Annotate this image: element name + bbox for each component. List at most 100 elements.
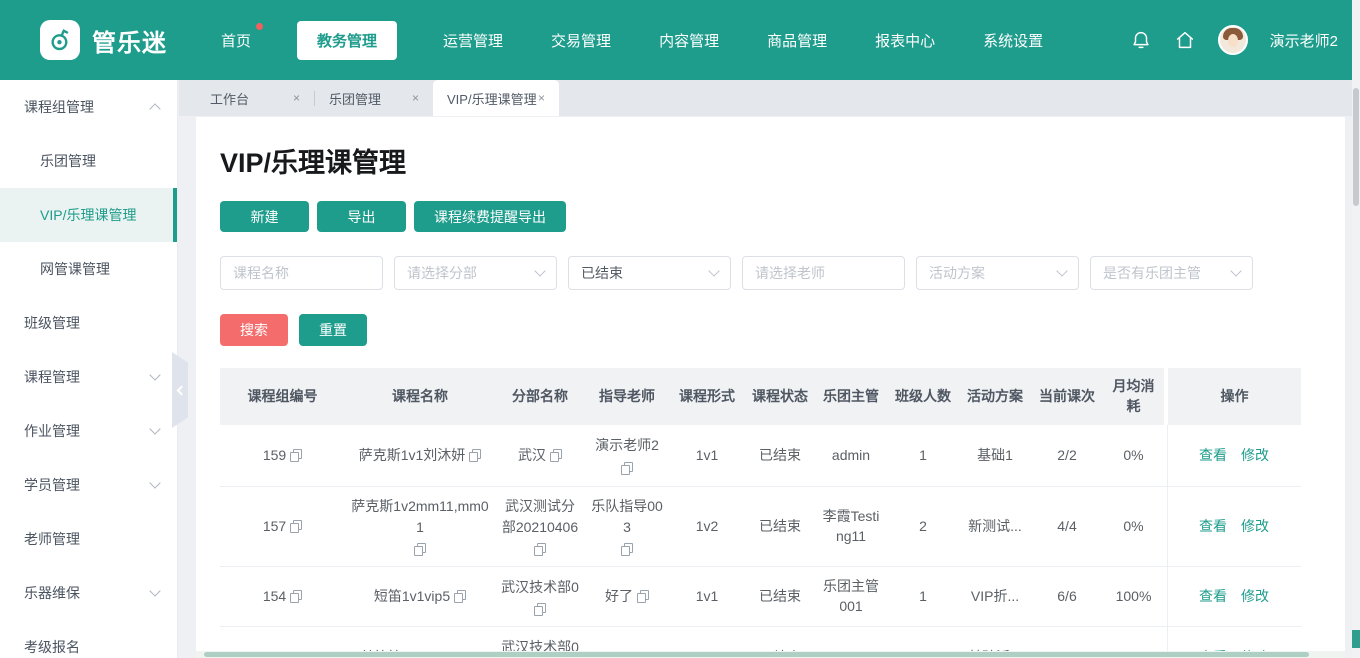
renew-export-button[interactable]: 课程续费提醒导出	[414, 201, 566, 232]
nav-item-transactions[interactable]: 交易管理	[549, 21, 613, 60]
copy-icon[interactable]	[414, 542, 426, 556]
status-select[interactable]: 已结束	[568, 256, 731, 290]
user-name[interactable]: 演示老师2	[1270, 30, 1338, 51]
sidebar-item-course[interactable]: 课程管理	[0, 350, 177, 404]
top-navbar: 管乐迷 首页 教务管理 运营管理 交易管理 内容管理 商品管理 报表中心 系统设…	[0, 0, 1352, 80]
col-manager: 乐团主管	[823, 388, 879, 405]
tabs-bar: 工作台 × 乐团管理 × VIP/乐理课管理 ×	[179, 80, 1352, 116]
tab-vip-course[interactable]: VIP/乐理课管理 ×	[433, 80, 559, 116]
teacher-select[interactable]	[742, 256, 905, 290]
copy-icon[interactable]	[290, 519, 303, 533]
copy-icon[interactable]	[290, 589, 303, 603]
sidebar-item-vip-course[interactable]: VIP/乐理课管理	[0, 188, 177, 242]
filter-bar: 请选择分部 已结束 活动方案 是否有乐团主管	[220, 256, 1345, 290]
sidebar-item-students[interactable]: 学员管理	[0, 458, 177, 512]
col-plan: 活动方案	[967, 388, 1023, 405]
sidebar-item-exam[interactable]: 考级报名	[0, 620, 177, 658]
reset-button[interactable]: 重置	[299, 314, 367, 346]
col-form: 课程形式	[679, 388, 735, 405]
navbar-right: 演示老师2	[1130, 25, 1352, 55]
copy-icon[interactable]	[454, 589, 467, 603]
col-teacher: 指导老师	[599, 388, 655, 405]
copy-icon[interactable]	[621, 542, 633, 556]
close-icon[interactable]: ×	[412, 91, 419, 105]
sidebar-item-course-group[interactable]: 课程组管理	[0, 80, 177, 134]
horizontal-scrollbar-thumb[interactable]	[204, 652, 1309, 657]
copy-icon[interactable]	[637, 589, 649, 603]
col-course-name: 课程名称	[392, 388, 448, 405]
tab-workbench[interactable]: 工作台 ×	[196, 80, 314, 116]
edit-link[interactable]: 修改	[1241, 445, 1269, 465]
edit-link[interactable]: 修改	[1241, 586, 1269, 606]
chevron-down-icon	[534, 265, 546, 277]
brand[interactable]: 管乐迷	[0, 20, 215, 60]
sidebar-collapse-button[interactable]	[172, 352, 188, 428]
tab-orchestra[interactable]: 乐团管理 ×	[315, 80, 433, 116]
course-name-filter[interactable]	[220, 256, 383, 290]
copy-icon[interactable]	[469, 448, 482, 462]
chevron-down-icon	[149, 369, 161, 381]
col-branch: 分部名称	[512, 388, 568, 405]
search-button[interactable]: 搜索	[220, 314, 288, 346]
branch-select[interactable]: 请选择分部	[394, 256, 557, 290]
copy-icon[interactable]	[550, 448, 562, 462]
create-button[interactable]: 新建	[220, 201, 309, 232]
chevron-down-icon	[149, 477, 161, 489]
sidebar: 课程组管理 乐团管理 VIP/乐理课管理 网管课管理 班级管理 课程管理 作业管…	[0, 80, 178, 658]
export-button[interactable]: 导出	[317, 201, 406, 232]
sidebar-item-class[interactable]: 班级管理	[0, 296, 177, 350]
search-buttons: 搜索 重置	[220, 314, 1345, 346]
sidebar-item-orchestra[interactable]: 乐团管理	[0, 134, 177, 188]
nav-item-reports[interactable]: 报表中心	[873, 21, 937, 60]
brand-name: 管乐迷	[92, 29, 167, 57]
nav-item-settings[interactable]: 系统设置	[981, 21, 1045, 60]
app-logo-icon	[40, 20, 80, 60]
view-link[interactable]: 查看	[1199, 445, 1227, 465]
plan-select[interactable]: 活动方案	[916, 256, 1079, 290]
course-table: 课程组编号 课程名称 分部名称 指导老师 课程形式 课程状态 乐团主管 班级人数…	[220, 368, 1301, 658]
edit-link[interactable]: 修改	[1241, 516, 1269, 536]
course-name-input[interactable]	[233, 265, 370, 281]
view-link[interactable]: 查看	[1199, 516, 1227, 536]
copy-icon[interactable]	[621, 462, 633, 476]
main-nav: 首页 教务管理 运营管理 交易管理 内容管理 商品管理 报表中心 系统设置	[219, 20, 1045, 60]
col-progress: 当前课次	[1039, 388, 1095, 405]
sidebar-item-homework[interactable]: 作业管理	[0, 404, 177, 458]
bell-icon[interactable]	[1130, 29, 1152, 51]
vertical-scrollbar[interactable]	[1352, 0, 1360, 658]
copy-icon[interactable]	[534, 602, 546, 616]
col-status: 课程状态	[752, 388, 808, 405]
user-avatar[interactable]	[1217, 25, 1248, 55]
horizontal-scrollbar[interactable]	[196, 651, 1345, 658]
close-icon[interactable]: ×	[538, 91, 545, 105]
table-row: 159 萨克斯1v1刘沐妍 武汉 演示老师2 1v1 已结束 admin 1 基…	[220, 424, 1301, 487]
copy-icon[interactable]	[290, 448, 303, 462]
action-buttons: 新建 导出 课程续费提醒导出	[220, 201, 1345, 232]
chevron-down-icon	[149, 585, 161, 597]
chevron-down-icon	[1056, 265, 1068, 277]
nav-item-home[interactable]: 首页	[219, 21, 264, 60]
teacher-input[interactable]	[755, 265, 892, 281]
page-title: VIP/乐理课管理	[220, 148, 407, 178]
chevron-down-icon	[1230, 265, 1242, 277]
nav-item-products[interactable]: 商品管理	[765, 21, 829, 60]
sidebar-item-instrument[interactable]: 乐器维保	[0, 566, 177, 620]
notification-dot	[256, 22, 264, 30]
nav-item-academic[interactable]: 教务管理	[297, 20, 398, 60]
home-icon[interactable]	[1174, 29, 1196, 51]
close-icon[interactable]: ×	[293, 91, 300, 105]
col-group-id: 课程组编号	[247, 388, 318, 405]
copy-icon[interactable]	[534, 542, 546, 556]
table-row: 154 短笛1v1vip5 武汉技术部0 好了 1v1 已结束 乐团主管001 …	[220, 566, 1301, 627]
chevron-up-icon	[149, 103, 161, 115]
chevron-down-icon	[708, 265, 720, 277]
vertical-scrollbar-thumb[interactable]	[1353, 88, 1359, 206]
view-link[interactable]: 查看	[1199, 586, 1227, 606]
nav-item-operations[interactable]: 运营管理	[441, 21, 505, 60]
chevron-left-icon	[176, 385, 187, 395]
nav-item-content[interactable]: 内容管理	[657, 21, 721, 60]
col-size: 班级人数	[895, 388, 951, 405]
sidebar-item-net-course[interactable]: 网管课管理	[0, 242, 177, 296]
sidebar-item-teachers[interactable]: 老师管理	[0, 512, 177, 566]
has-manager-select[interactable]: 是否有乐团主管	[1090, 256, 1253, 290]
